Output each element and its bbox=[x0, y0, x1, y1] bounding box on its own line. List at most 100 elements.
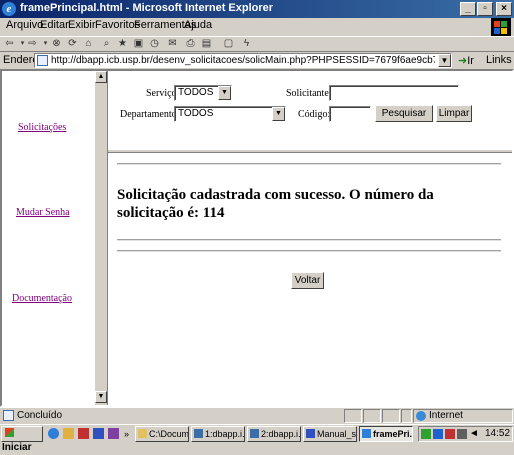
word-doc-icon bbox=[306, 429, 315, 438]
status-panel bbox=[363, 409, 381, 423]
chevron-down-icon: ▼ bbox=[218, 86, 231, 100]
nav-link-solicitacoes[interactable]: Solicitações bbox=[18, 122, 66, 133]
ie-icon bbox=[362, 429, 371, 438]
menu-arquivo[interactable]: Arquivo bbox=[6, 19, 43, 31]
left-nav-frame: Solicitações Mudar Senha Documentação bbox=[2, 71, 94, 405]
status-bar: Concluído Internet bbox=[0, 407, 514, 423]
taskbar-item[interactable]: C:\Docum... bbox=[135, 426, 189, 442]
middle-divider bbox=[117, 239, 501, 241]
servico-select[interactable]: TODOS ▼ bbox=[174, 85, 232, 101]
address-url[interactable]: http://dbapp.icb.usp.br/desenv_solicitac… bbox=[51, 55, 435, 66]
close-button[interactable]: × bbox=[496, 2, 512, 16]
status-panel bbox=[382, 409, 400, 423]
clock: 14:52 bbox=[485, 428, 511, 439]
taskbar-item[interactable]: 1:dbapp.i... bbox=[191, 426, 245, 442]
address-input[interactable]: http://dbapp.icb.usp.br/desenv_solicitac… bbox=[34, 53, 452, 68]
codigo-input[interactable] bbox=[329, 106, 371, 122]
nav-link-documentacao[interactable]: Documentação bbox=[12, 293, 72, 304]
favorites-icon[interactable]: ★ bbox=[116, 38, 129, 50]
taskbar: Iniciar » C:\Docum... 1:dbapp.i... 2:dba… bbox=[0, 424, 514, 453]
top-divider bbox=[117, 163, 501, 165]
status-panel bbox=[344, 409, 362, 423]
filter-frame: Serviço: TODOS ▼ Solicitante: Departamen… bbox=[108, 71, 512, 149]
toolbar: ⇦ ▾ ⇨ ▾ ⊗ ⟳ ⌂ ⌕ ★ ▣ ◷ ✉ ⎙ ▤ ▢ ϟ bbox=[0, 36, 514, 50]
chevron-down-icon: ▼ bbox=[272, 107, 285, 121]
volume-icon[interactable]: ◄ bbox=[469, 428, 479, 439]
main-frame: Solicitação cadastrada com sucesso. O nú… bbox=[108, 153, 512, 405]
page-icon bbox=[37, 55, 48, 66]
windows-logo-icon bbox=[5, 428, 14, 437]
tray-icon[interactable] bbox=[445, 429, 455, 439]
back-icon[interactable]: ⇦ bbox=[3, 38, 16, 50]
go-arrow-icon: ➜ bbox=[458, 55, 468, 67]
limpar-button[interactable]: Limpar bbox=[436, 105, 472, 122]
messenger-icon[interactable]: ϟ bbox=[240, 38, 253, 50]
window-title: framePrincipal.html - Microsoft Internet… bbox=[20, 2, 274, 14]
app-quicklaunch-icon[interactable] bbox=[108, 428, 119, 439]
success-message: Solicitação cadastrada com sucesso. O nú… bbox=[117, 187, 434, 221]
taskbar-item[interactable]: Manual_s... bbox=[303, 426, 357, 442]
maximize-button[interactable]: ▫ bbox=[477, 2, 493, 16]
edit-icon[interactable]: ▤ bbox=[200, 38, 213, 50]
left-frame-scrollbar[interactable]: ▲ ▼ bbox=[94, 71, 108, 405]
nav-link-mudar-senha[interactable]: Mudar Senha bbox=[16, 207, 70, 218]
acrobat-quicklaunch-icon[interactable] bbox=[78, 428, 89, 439]
status-panel bbox=[401, 409, 412, 423]
voltar-button[interactable]: Voltar bbox=[291, 272, 324, 289]
menu-bar: Arquivo Editar Exibir Favoritos Ferramen… bbox=[0, 18, 514, 35]
links-label: Links bbox=[486, 54, 512, 66]
ie-logo-icon: e bbox=[2, 2, 16, 16]
departamento-label: Departamento: bbox=[120, 109, 180, 120]
app-icon bbox=[250, 429, 259, 438]
windows-logo-icon bbox=[491, 18, 511, 36]
tray-icon[interactable] bbox=[421, 429, 431, 439]
address-dropdown-icon[interactable]: ▼ bbox=[438, 54, 451, 67]
codigo-label: Código: bbox=[298, 109, 331, 120]
zone-text: Internet bbox=[429, 410, 463, 421]
taskbar-item-active[interactable]: framePri... bbox=[359, 426, 413, 442]
page-icon bbox=[3, 410, 14, 421]
departamento-value: TODOS bbox=[178, 108, 214, 119]
outlook-quicklaunch-icon[interactable] bbox=[63, 428, 74, 439]
media-icon[interactable]: ▣ bbox=[132, 38, 145, 50]
tray-icon[interactable] bbox=[457, 429, 467, 439]
globe-icon bbox=[416, 411, 426, 421]
menu-editar[interactable]: Editar bbox=[40, 19, 69, 31]
mail-icon[interactable]: ✉ bbox=[166, 38, 179, 50]
chevron-right-icon[interactable]: » bbox=[124, 429, 129, 439]
word-quicklaunch-icon[interactable] bbox=[93, 428, 104, 439]
print-icon[interactable]: ⎙ bbox=[184, 38, 197, 50]
pesquisar-button[interactable]: Pesquisar bbox=[375, 105, 433, 122]
home-icon[interactable]: ⌂ bbox=[82, 38, 95, 50]
address-bar: Endereço http://dbapp.icb.usp.br/desenv_… bbox=[0, 51, 514, 68]
solicitante-label: Solicitante: bbox=[286, 88, 332, 99]
tray-icon[interactable] bbox=[433, 429, 443, 439]
links-button[interactable]: Links » bbox=[486, 54, 514, 66]
folder-icon bbox=[138, 429, 147, 438]
minimize-button[interactable]: _ bbox=[460, 2, 476, 16]
title-bar: e framePrincipal.html - Microsoft Intern… bbox=[0, 0, 514, 18]
start-button[interactable]: Iniciar bbox=[1, 426, 43, 453]
menu-ajuda[interactable]: Ajuda bbox=[184, 19, 212, 31]
search-icon[interactable]: ⌕ bbox=[100, 38, 113, 50]
departamento-select[interactable]: TODOS ▼ bbox=[174, 106, 286, 122]
scroll-down-icon[interactable]: ▼ bbox=[95, 391, 107, 403]
browser-content: Solicitações Mudar Senha Documentação ▲ … bbox=[0, 69, 514, 407]
discuss-icon[interactable]: ▢ bbox=[222, 38, 235, 50]
bottom-divider bbox=[117, 250, 501, 252]
go-button[interactable]: ➜Ir bbox=[458, 54, 474, 67]
go-label: Ir bbox=[467, 55, 474, 67]
solicitante-input[interactable] bbox=[329, 85, 459, 101]
stop-icon[interactable]: ⊗ bbox=[50, 38, 63, 50]
forward-icon[interactable]: ⇨ bbox=[26, 38, 39, 50]
system-tray: ◄ 14:52 bbox=[418, 426, 513, 442]
app-icon bbox=[194, 429, 203, 438]
scroll-up-icon[interactable]: ▲ bbox=[95, 71, 107, 83]
ie-quicklaunch-icon[interactable] bbox=[48, 428, 59, 439]
servico-value: TODOS bbox=[178, 87, 214, 98]
status-text: Concluído bbox=[17, 410, 63, 421]
history-icon[interactable]: ◷ bbox=[148, 38, 161, 50]
menu-exibir[interactable]: Exibir bbox=[68, 19, 96, 31]
refresh-icon[interactable]: ⟳ bbox=[66, 38, 79, 50]
taskbar-item[interactable]: 2:dbapp.i... bbox=[247, 426, 301, 442]
